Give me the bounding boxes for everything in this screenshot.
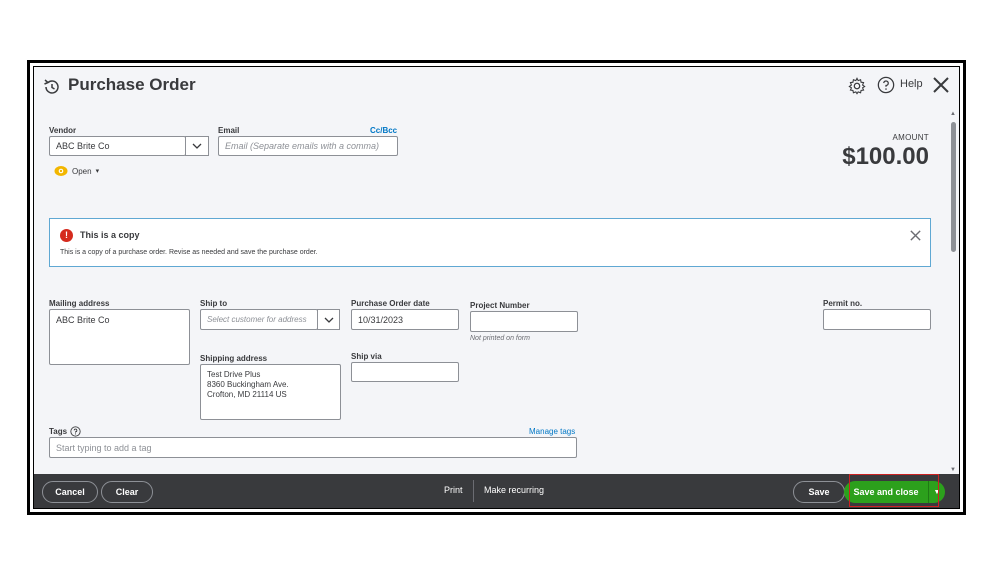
form-footer: Cancel Clear Print Make recurring Save S… <box>34 474 959 508</box>
help-icon[interactable] <box>70 426 81 437</box>
status-eye-icon <box>54 166 68 176</box>
history-icon[interactable] <box>42 77 62 97</box>
help-label[interactable]: Help <box>900 78 923 90</box>
tags-placeholder: Start typing to add a tag <box>56 442 152 453</box>
po-date-field[interactable]: 10/31/2023 <box>351 309 459 330</box>
ship-to-select[interactable]: Select customer for address <box>200 309 318 330</box>
gear-icon[interactable] <box>848 77 866 95</box>
po-date-label: Purchase Order date <box>351 299 430 308</box>
amount-label: AMOUNT <box>892 133 929 142</box>
banner-title: This is a copy <box>80 230 140 240</box>
shipping-address-line2: 8360 Buckingham Ave. <box>207 380 289 389</box>
shipping-address-line1: Test Drive Plus <box>207 370 261 379</box>
help-icon[interactable] <box>877 76 895 94</box>
mailing-address-field[interactable]: ABC Brite Co <box>49 309 190 365</box>
banner-text: This is a copy of a purchase order. Revi… <box>60 249 318 256</box>
scroll-up-icon[interactable]: ▲ <box>950 111 956 117</box>
close-icon[interactable] <box>909 229 922 242</box>
shipping-address-field[interactable]: Test Drive Plus 8360 Buckingham Ave. Cro… <box>200 364 341 420</box>
scroll-thumb[interactable] <box>951 122 956 252</box>
ship-via-field[interactable] <box>351 362 459 382</box>
project-number-field[interactable] <box>470 311 578 332</box>
amount-value: $100.00 <box>842 143 929 170</box>
tags-label: Tags <box>49 427 68 436</box>
cc-bcc-link[interactable]: Cc/Bcc <box>370 126 397 135</box>
ship-via-label: Ship via <box>351 352 382 361</box>
alert-icon: ! <box>60 229 73 242</box>
tags-label-row: Tags <box>49 426 81 437</box>
status-dropdown[interactable]: Open ▾ <box>54 165 99 177</box>
footer-divider <box>473 480 474 502</box>
make-recurring-button[interactable]: Make recurring <box>484 485 544 495</box>
shipping-address-line3: Crofton, MD 21114 US <box>207 390 287 399</box>
caret-down-icon: ▾ <box>95 168 100 175</box>
project-number-label: Project Number <box>470 301 530 310</box>
manage-tags-link[interactable]: Manage tags <box>529 427 575 436</box>
email-field[interactable]: Email (Separate emails with a comma) <box>218 136 398 156</box>
project-number-note: Not printed on form <box>470 335 530 342</box>
window-frame: Purchase Order Help Vendor ABC Brite Co <box>27 60 966 515</box>
vendor-value: ABC Brite Co <box>56 141 110 151</box>
mailing-address-value: ABC Brite Co <box>56 315 110 325</box>
chevron-down-icon <box>192 143 202 149</box>
permit-field[interactable] <box>823 309 931 330</box>
permit-label: Permit no. <box>823 299 863 308</box>
cancel-button[interactable]: Cancel <box>42 481 98 503</box>
scrollbar[interactable]: ▲ ▼ <box>948 107 958 475</box>
status-label: Open <box>72 166 92 176</box>
print-button[interactable]: Print <box>444 485 463 495</box>
page-title: Purchase Order <box>68 75 196 94</box>
purchase-order-form: Purchase Order Help Vendor ABC Brite Co <box>33 66 960 509</box>
highlight-box <box>849 474 939 507</box>
ship-to-dropdown-button[interactable] <box>317 309 340 330</box>
chevron-down-icon <box>324 317 333 323</box>
ship-to-label: Ship to <box>200 299 228 308</box>
close-icon[interactable] <box>931 75 951 95</box>
vendor-dropdown-button[interactable] <box>185 136 209 156</box>
po-date-value: 10/31/2023 <box>358 314 404 325</box>
ship-to-placeholder: Select customer for address <box>207 315 307 324</box>
clear-button[interactable]: Clear <box>101 481 153 503</box>
mailing-address-label: Mailing address <box>49 299 110 308</box>
vendor-label: Vendor <box>49 126 77 135</box>
vendor-select[interactable]: ABC Brite Co <box>49 136 186 156</box>
scroll-down-icon[interactable]: ▼ <box>950 467 956 473</box>
copy-notice-banner: ! This is a copy This is a copy of a pur… <box>49 218 931 267</box>
email-label: Email <box>218 126 240 135</box>
tags-input[interactable]: Start typing to add a tag <box>49 437 577 458</box>
form-header: Purchase Order Help <box>34 67 959 107</box>
email-placeholder: Email (Separate emails with a comma) <box>225 141 380 151</box>
save-button[interactable]: Save <box>793 481 845 503</box>
shipping-address-label: Shipping address <box>200 354 268 363</box>
